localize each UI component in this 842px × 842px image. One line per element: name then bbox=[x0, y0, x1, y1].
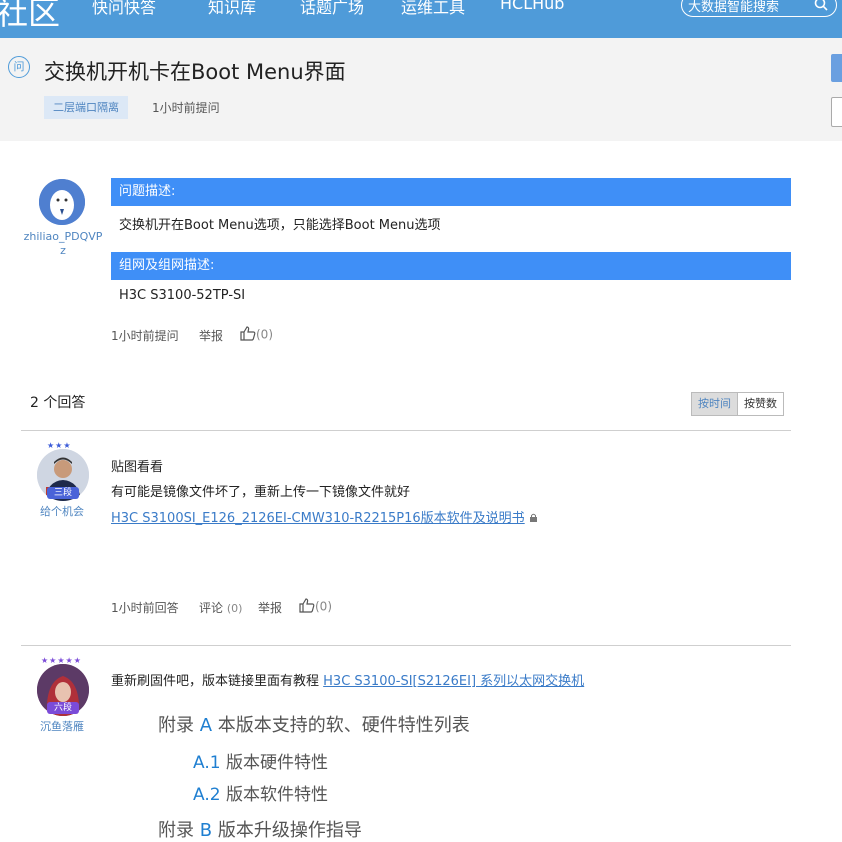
question-meta-time: 1小时前提问 bbox=[111, 329, 179, 343]
like-count: (0) bbox=[315, 599, 332, 614]
doc-number: B bbox=[199, 820, 213, 841]
nav-item-hclhub[interactable]: HCLHub bbox=[500, 0, 564, 13]
answer-text: 有可能是镜像文件坏了，重新上传一下镜像文件就好 bbox=[111, 485, 411, 500]
answer-text: 重新刷固件吧，版本链接里面有教程 bbox=[111, 674, 320, 689]
question-title: 交换机开机卡在Boot Menu界面 bbox=[44, 60, 346, 84]
doc-heading-b: 附录 B 版本升级操作指导 bbox=[158, 816, 362, 842]
report-link[interactable]: 举报 bbox=[258, 599, 282, 616]
rank-badge: 六段 bbox=[47, 702, 79, 714]
nav-item-quick-qa[interactable]: 快问快答 bbox=[92, 0, 156, 18]
sort-by-time-button[interactable]: 按时间 bbox=[692, 393, 737, 415]
doc-number: A.2 bbox=[193, 785, 221, 805]
sort-toggle: 按时间 按赞数 bbox=[691, 392, 784, 416]
thumbs-up-icon bbox=[240, 326, 256, 344]
doc-number: A bbox=[199, 715, 213, 736]
sort-by-likes-button[interactable]: 按赞数 bbox=[737, 393, 783, 415]
answer-time: 1小时前回答 bbox=[111, 601, 179, 615]
question-tag[interactable]: 二层端口隔离 bbox=[44, 96, 128, 119]
network-header: 组网及组网描述: bbox=[111, 252, 791, 280]
like-button[interactable]: (0) bbox=[240, 326, 273, 344]
answer-text: 贴图看看 bbox=[111, 460, 164, 475]
question-time: 1小时前提问 bbox=[152, 101, 220, 115]
site-logo[interactable]: 社区 bbox=[0, 0, 60, 34]
answer-count: 2 个回答 bbox=[30, 392, 85, 412]
nav-item-topics[interactable]: 话题广场 bbox=[300, 0, 364, 18]
question-author[interactable]: zhiliao_PDQVPz bbox=[22, 230, 104, 258]
share-button[interactable] bbox=[831, 97, 842, 127]
comment-link[interactable]: 评论 (0) bbox=[199, 599, 242, 616]
answer-link[interactable]: H3C S3100SI_E126_2126EI-CMW310-R2215P16版… bbox=[111, 511, 525, 526]
doc-prefix: 附录 bbox=[158, 820, 200, 841]
follow-button[interactable] bbox=[831, 54, 842, 82]
network-text: H3C S3100-52TP-SI bbox=[119, 288, 246, 303]
answer-link[interactable]: H3C S3100-SI[S2126EI] 系列以太网交换机 bbox=[323, 674, 584, 689]
doc-item-a2: A.2 版本软件特性 bbox=[193, 780, 328, 805]
question-header: 问 交换机开机卡在Boot Menu界面 二层端口隔离 1小时前提问 bbox=[0, 38, 842, 141]
like-button[interactable]: (0) bbox=[299, 598, 332, 616]
doc-prefix: 附录 bbox=[158, 715, 200, 736]
answer-text-row: 重新刷固件吧，版本链接里面有教程 H3C S3100-SI[S2126EI] 系… bbox=[111, 670, 584, 689]
answer-author[interactable]: 给个机会 bbox=[22, 503, 102, 519]
nav-item-knowledge[interactable]: 知识库 bbox=[208, 0, 256, 18]
doc-item-a1: A.1 版本硬件特性 bbox=[193, 748, 328, 773]
search-icon[interactable] bbox=[814, 0, 828, 15]
search-input[interactable]: 大数据智能搜索 bbox=[681, 0, 837, 17]
description-text: 交换机开在Boot Menu选项，只能选择Boot Menu选项 bbox=[119, 218, 441, 233]
report-link[interactable]: 举报 bbox=[199, 327, 223, 344]
search-placeholder: 大数据智能搜索 bbox=[688, 0, 780, 15]
avatar[interactable] bbox=[39, 179, 85, 225]
answer-author[interactable]: 沉鱼落雁 bbox=[22, 718, 102, 734]
doc-text: 版本软件特性 bbox=[220, 785, 328, 805]
divider bbox=[21, 645, 791, 646]
rank-badge: 三段 bbox=[47, 487, 79, 499]
doc-heading-a: 附录 A 本版本支持的软、硬件特性列表 bbox=[158, 711, 470, 737]
doc-text: 版本硬件特性 bbox=[220, 753, 328, 773]
question-badge: 问 bbox=[8, 56, 30, 78]
answer-count-label: 个回答 bbox=[43, 395, 86, 411]
top-nav: 社区 快问快答 知识库 话题广场 运维工具 HCLHub 大数据智能搜索 bbox=[0, 0, 842, 38]
nav-item-tools[interactable]: 运维工具 bbox=[401, 0, 465, 18]
like-count: (0) bbox=[256, 327, 273, 342]
answer-link-row: H3C S3100SI_E126_2126EI-CMW310-R2215P16版… bbox=[111, 507, 538, 526]
thumbs-up-icon bbox=[299, 598, 315, 616]
answer-count-number: 2 bbox=[30, 395, 39, 411]
comment-label: 评论 bbox=[199, 601, 224, 615]
doc-number: A.1 bbox=[193, 753, 221, 773]
comment-count: (0) bbox=[226, 602, 243, 615]
divider bbox=[21, 430, 791, 431]
doc-text: 本版本支持的软、硬件特性列表 bbox=[212, 715, 470, 736]
user-avatar-icon bbox=[39, 179, 85, 225]
lock-icon bbox=[529, 511, 538, 526]
description-header: 问题描述: bbox=[111, 178, 791, 206]
doc-text: 版本升级操作指导 bbox=[212, 820, 362, 841]
